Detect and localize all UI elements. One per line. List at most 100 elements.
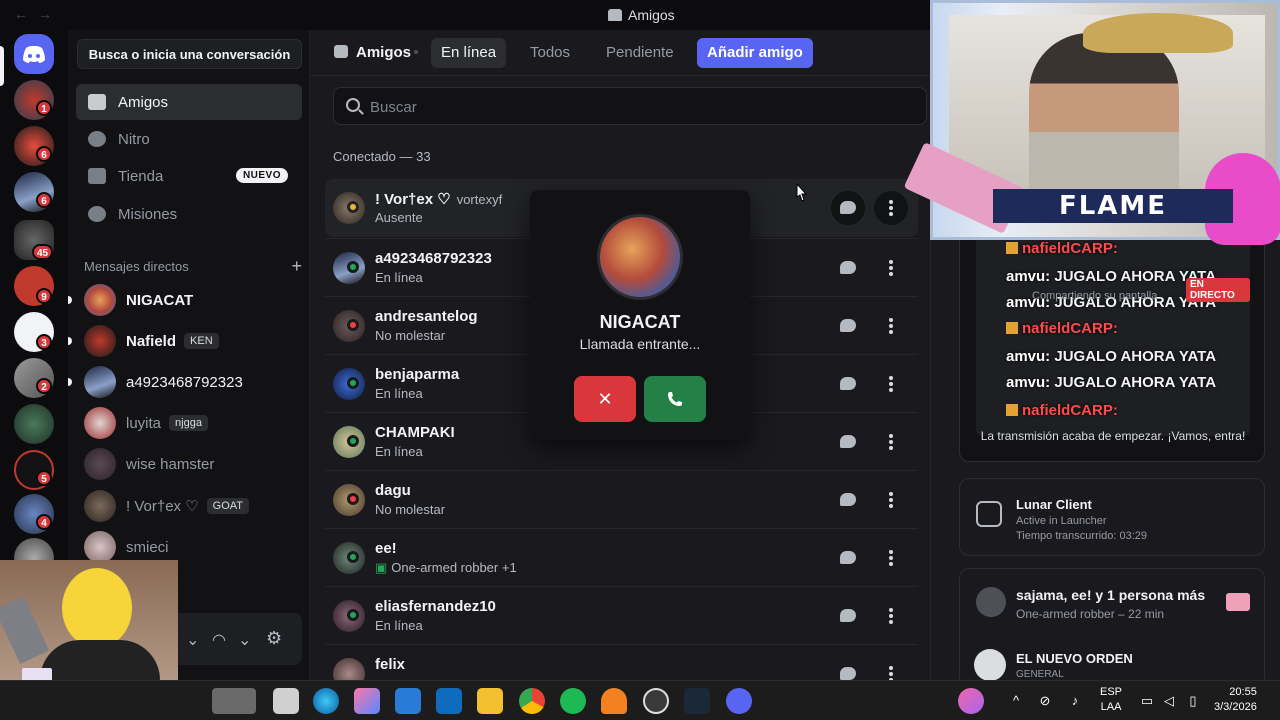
battery-icon[interactable]: ▯ [1186, 694, 1200, 708]
headphones-icon[interactable]: ◠ [212, 630, 226, 650]
nav-shop[interactable]: Tienda NUEVO [76, 158, 302, 194]
message-button[interactable] [831, 483, 865, 517]
more-options-button[interactable] [874, 483, 908, 517]
more-options-button[interactable] [874, 425, 908, 459]
status-indicator [347, 609, 359, 621]
network-off-icon[interactable]: ⊘ [1038, 694, 1052, 708]
unread-indicator [68, 337, 72, 345]
outlook-icon[interactable] [436, 688, 462, 714]
search-input[interactable]: Buscar [370, 99, 417, 116]
copilot-icon[interactable] [354, 688, 380, 714]
find-conversation-button[interactable]: Busca o inicia una conversación [77, 39, 302, 69]
spotify-icon[interactable] [560, 688, 586, 714]
more-options-button[interactable] [874, 191, 908, 225]
chat-line: amvu: JUGALO AHORA YATA [1006, 374, 1217, 391]
message-button[interactable] [831, 191, 865, 225]
accept-call-button[interactable] [644, 376, 706, 422]
friend-row[interactable]: dagu No molestar [325, 470, 918, 528]
clock[interactable]: 20:55 3/3/2026 [1214, 685, 1257, 715]
chevron-down-icon[interactable]: ⌄ [186, 630, 199, 650]
more-options-button[interactable] [874, 541, 908, 575]
game-controller-icon: ▣ [375, 560, 388, 575]
nav-quests[interactable]: Misiones [76, 196, 302, 232]
dm-item[interactable]: Nafield KEN [68, 322, 302, 360]
avatar [84, 531, 116, 563]
language-indicator[interactable]: ESP LAA [1100, 685, 1122, 715]
steam-icon[interactable] [684, 688, 710, 714]
friend-row[interactable]: eliasfernandez10 En línea [325, 586, 918, 644]
more-icon [889, 260, 893, 264]
dm-item[interactable]: luyita njgga [76, 404, 302, 442]
chevron-down-icon[interactable]: ⌄ [238, 630, 251, 650]
app-icon[interactable] [643, 688, 669, 714]
dm-item[interactable]: NIGACAT [68, 281, 302, 319]
voice-activity-card[interactable]: sajama, ee! y 1 persona más One-armed ro… [959, 568, 1265, 688]
microphone-icon[interactable]: ♪ [1068, 694, 1082, 708]
message-button[interactable] [831, 657, 865, 680]
display-icon[interactable]: ▭ [1140, 694, 1154, 708]
more-icon [889, 666, 893, 670]
message-button[interactable] [831, 541, 865, 575]
message-icon [840, 667, 856, 680]
create-dm-button[interactable]: + [291, 256, 302, 277]
discord-taskbar-icon[interactable] [726, 688, 752, 714]
taskbar-app-icon[interactable] [212, 688, 256, 714]
friend-name: ee! [375, 540, 397, 557]
tab-pending[interactable]: Pendiente [596, 38, 684, 68]
message-button[interactable] [831, 309, 865, 343]
message-button[interactable] [831, 599, 865, 633]
friend-status: No molestar [375, 502, 446, 517]
add-friend-button[interactable]: Añadir amigo [697, 38, 813, 68]
file-explorer-icon[interactable] [477, 688, 503, 714]
clan-tag: GOAT [206, 498, 250, 514]
back-forward-arrows[interactable]: ←→ [14, 6, 62, 22]
message-button[interactable] [831, 367, 865, 401]
friend-name: eliasfernandez10 [375, 598, 496, 615]
friends-search[interactable]: Buscar [333, 87, 927, 125]
chevron-up-icon[interactable]: ^ [1009, 694, 1023, 708]
shop-icon [88, 168, 106, 184]
settings-gear-icon[interactable]: ⚙ [266, 628, 282, 649]
decline-call-button[interactable]: ✕ [574, 376, 636, 422]
badge-icon [1006, 242, 1018, 254]
store-icon[interactable] [395, 688, 421, 714]
dm-item[interactable]: wise hamster [76, 445, 302, 483]
message-icon [840, 319, 856, 332]
activity-elapsed: Tiempo transcurrido: 03:29 [1016, 530, 1148, 542]
message-icon [840, 261, 856, 274]
nav-friends[interactable]: Amigos [76, 84, 302, 120]
more-options-button[interactable] [874, 657, 908, 680]
weather-widget-icon[interactable] [958, 688, 984, 714]
more-options-button[interactable] [874, 599, 908, 633]
message-icon [840, 201, 856, 214]
discord-home-icon[interactable] [14, 34, 54, 74]
tab-all[interactable]: Todos [520, 38, 580, 68]
server-icon[interactable] [14, 404, 54, 444]
call-status: Llamada entrante... [579, 336, 701, 352]
edge-icon[interactable] [313, 688, 339, 714]
more-options-button[interactable] [874, 309, 908, 343]
avatar [84, 366, 116, 398]
chat-line: nafieldCARP: [1006, 320, 1118, 337]
taskbar-app-icon[interactable] [273, 688, 299, 714]
more-icon [889, 200, 893, 204]
message-button[interactable] [831, 251, 865, 285]
friend-status: En línea [375, 386, 423, 401]
nav-nitro[interactable]: Nitro [76, 121, 302, 157]
more-options-button[interactable] [874, 367, 908, 401]
tab-online[interactable]: En línea [431, 38, 507, 68]
unread-badge: 4 [36, 514, 52, 530]
friend-row[interactable]: felix [325, 644, 918, 680]
stream-chat-overlay: nafieldCARP: amvu: JUGALO AHORA YATA amv… [976, 236, 1250, 436]
more-options-button[interactable] [874, 251, 908, 285]
chrome-icon[interactable] [519, 688, 545, 714]
message-button[interactable] [831, 425, 865, 459]
volume-icon[interactable]: ◁ [1162, 694, 1176, 708]
cloud-icon[interactable] [601, 688, 627, 714]
friend-row[interactable]: ee! ▣ One-armed robber +1 [325, 528, 918, 586]
dm-item[interactable]: a4923468792323 [68, 363, 302, 401]
friend-name: a4923468792323 [375, 250, 492, 267]
avatar [976, 587, 1006, 617]
dm-item[interactable]: ! Vor†ex ♡ GOAT [76, 487, 302, 525]
activity-card[interactable]: Lunar Client Active in Launcher Tiempo t… [959, 478, 1265, 556]
